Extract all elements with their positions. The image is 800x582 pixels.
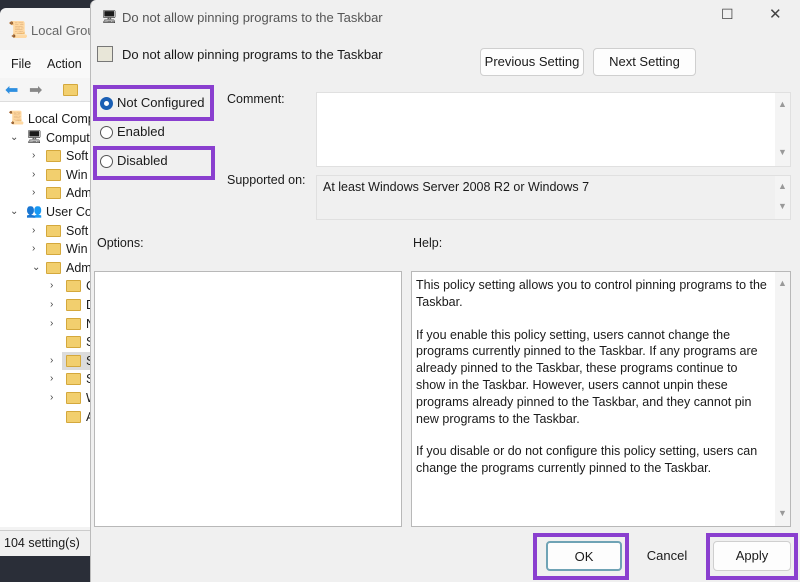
chevron-down-icon[interactable]: ⌄ [32, 262, 42, 273]
chevron-right-icon[interactable]: › [32, 225, 42, 236]
menu-file[interactable]: File [11, 57, 31, 71]
tree-item[interactable]: › Soft [0, 222, 100, 240]
help-paragraph: If you disable or do not configure this … [416, 444, 758, 476]
computer-icon: 🖥 [101, 9, 118, 24]
dialog-title: Do not allow pinning programs to the Tas… [122, 10, 383, 25]
tree-item[interactable]: ⌄ Adm [0, 259, 100, 277]
tree-item-label: User Co [46, 205, 92, 219]
forward-arrow-icon[interactable]: ➡ [29, 80, 42, 100]
tree-item[interactable]: › Adm [0, 184, 100, 202]
chevron-right-icon[interactable]: › [32, 187, 42, 198]
chevron-right-icon[interactable]: › [50, 373, 60, 384]
radio-button[interactable] [100, 97, 113, 111]
radio-label: Not Configured [117, 95, 205, 110]
tree-view: 📜 Local Comp ⌄ 🖥 Comput › Soft › Win › Adm ⌄ 👥 User C… [0, 102, 100, 527]
help-paragraph: If you enable this policy setting, users… [416, 327, 758, 426]
tree-item-label: Soft [66, 223, 89, 238]
options-panel [94, 271, 402, 527]
scrollbar[interactable]: ▲ ▼ [775, 93, 790, 166]
radio-button[interactable] [100, 155, 113, 169]
window-title: Local Grou [31, 23, 95, 38]
radio-label: Disabled [117, 153, 168, 168]
folder-icon [66, 336, 81, 349]
menu-action[interactable]: Action [47, 57, 82, 71]
tree-item[interactable]: › Win [0, 166, 100, 184]
folder-icon [46, 243, 61, 256]
chevron-down-icon[interactable]: ⌄ [10, 206, 20, 217]
chevron-right-icon[interactable]: › [50, 355, 60, 366]
next-setting-button[interactable]: Next Setting [593, 48, 696, 76]
policy-icon: 📜 [8, 110, 25, 125]
tree-item-label: Local Comp [28, 112, 95, 126]
up-folder-icon[interactable] [63, 84, 78, 96]
radio-label: Enabled [117, 124, 165, 139]
status-text: 104 setting(s) [4, 536, 80, 550]
folder-icon [66, 317, 81, 330]
radio-button[interactable] [100, 126, 113, 140]
tree-item-label: Comput [46, 130, 90, 145]
tree-item-label: Adm [66, 260, 92, 275]
chevron-right-icon[interactable]: › [50, 318, 60, 329]
user-icon: 👥 [26, 203, 43, 218]
chevron-down-icon[interactable]: ⌄ [10, 132, 20, 143]
supported-on-value: At least Windows Server 2008 R2 or Windo… [323, 180, 590, 194]
folder-icon [46, 224, 61, 237]
chevron-right-icon[interactable]: › [50, 299, 60, 310]
scrollbar[interactable]: ▲ ▼ [775, 176, 790, 219]
tree-item[interactable]: › Win [0, 240, 100, 258]
previous-setting-button[interactable]: Previous Setting [480, 48, 584, 76]
toolbar: ⬅ ➡ [0, 78, 100, 102]
folder-icon [66, 392, 81, 404]
help-paragraph: This policy setting allows you to contro… [416, 278, 767, 309]
tree-item[interactable]: 📜 Local Comp [0, 110, 100, 128]
folder-icon [46, 168, 61, 181]
settings-folder-icon [66, 410, 81, 423]
chevron-right-icon[interactable]: › [32, 169, 42, 180]
computer-icon: 🖥 [26, 128, 43, 144]
chevron-right-icon[interactable]: › [50, 280, 60, 291]
folder-icon [46, 261, 61, 274]
radio-not-configured[interactable]: Not Configured [100, 95, 205, 111]
chevron-right-icon[interactable]: › [50, 392, 60, 403]
folder-icon [66, 280, 81, 293]
back-arrow-icon[interactable]: ⬅ [5, 80, 18, 100]
cancel-button[interactable]: Cancel [633, 541, 701, 571]
supported-on-field: At least Windows Server 2008 R2 or Windo… [316, 175, 791, 220]
radio-enabled[interactable]: Enabled [100, 124, 165, 140]
status-bar: 104 setting(s) [0, 530, 100, 556]
policy-dialog: 🖥 Do not allow pinning programs to the T… [90, 0, 800, 582]
tree-item-label: Adm [66, 186, 92, 201]
tree-item-label: Win [66, 242, 88, 257]
options-label: Options: [97, 236, 144, 250]
chevron-right-icon[interactable]: › [32, 243, 42, 254]
folder-icon [46, 187, 61, 200]
ok-button[interactable]: OK [546, 541, 622, 571]
supported-on-label: Supported on: [227, 173, 306, 187]
folder-icon [46, 150, 61, 163]
group-policy-editor-window: 📜 Local Grou File Action ⬅ ➡ 📜 Local Comp… [0, 8, 100, 556]
help-label: Help: [413, 236, 443, 250]
comment-label: Comment: [227, 92, 285, 106]
policy-setting-icon [97, 46, 113, 62]
help-panel: This policy setting allows you to contro… [411, 271, 791, 527]
tree-item-label: Soft [66, 149, 89, 164]
menu-bar: File Action [0, 50, 100, 78]
policy-icon: 📜 [8, 22, 28, 39]
comment-textarea[interactable]: ▲ ▼ [316, 92, 791, 167]
tree-item[interactable]: › Soft [0, 147, 100, 165]
apply-button[interactable]: Apply [713, 541, 791, 571]
tree-item[interactable]: ⌄ 👥 User Co [0, 203, 100, 221]
maximize-icon[interactable]: ☐ [721, 6, 734, 23]
close-icon[interactable]: ✕ [769, 5, 782, 23]
setting-header: Do not allow pinning programs to the Tas… [122, 47, 383, 62]
radio-disabled[interactable]: Disabled [100, 153, 168, 169]
folder-icon [66, 354, 81, 367]
chevron-right-icon[interactable]: › [32, 150, 42, 161]
folder-icon [66, 373, 81, 386]
folder-icon [66, 299, 81, 311]
scrollbar[interactable]: ▲ ▼ [775, 272, 790, 526]
tree-item[interactable]: ⌄ 🖥 Comput [0, 129, 100, 147]
tree-item-label: Win [66, 167, 88, 182]
